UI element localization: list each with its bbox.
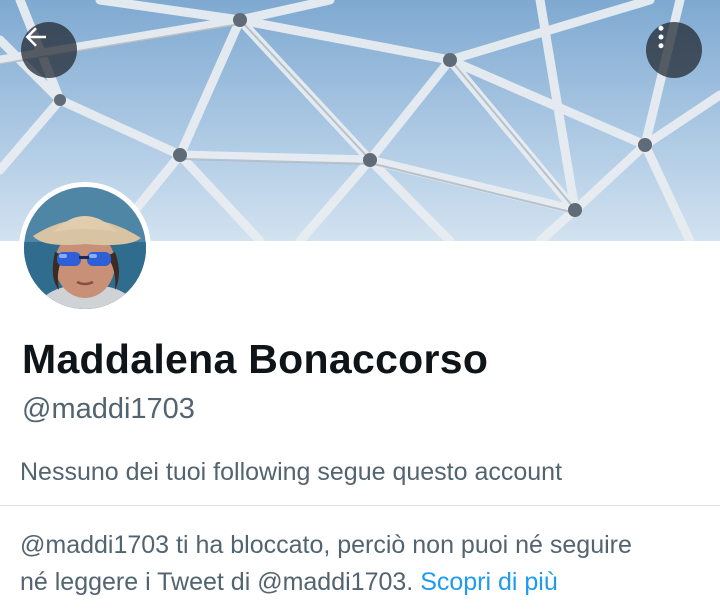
avatar-photo xyxy=(19,182,151,314)
back-button[interactable] xyxy=(21,22,77,78)
following-note: Nessuno dei tuoi following segue questo … xyxy=(20,458,563,486)
profile-handle: @maddi1703 xyxy=(22,393,195,425)
divider xyxy=(0,505,720,506)
more-vertical-icon xyxy=(658,25,664,49)
learn-more-link[interactable]: Scopri di più xyxy=(420,568,558,596)
avatar[interactable] xyxy=(19,182,151,314)
blocked-notice: @maddi1703 ti ha bloccato, perciò non pu… xyxy=(20,527,710,601)
blocked-notice-line2: né leggere i Tweet di @maddi1703. xyxy=(20,568,414,596)
arrow-left-icon xyxy=(25,27,46,47)
blocked-notice-line1: @maddi1703 ti ha bloccato, perciò non pu… xyxy=(20,531,632,559)
profile-name: Maddalena Bonaccorso xyxy=(22,336,489,382)
more-options-button[interactable] xyxy=(646,22,702,78)
